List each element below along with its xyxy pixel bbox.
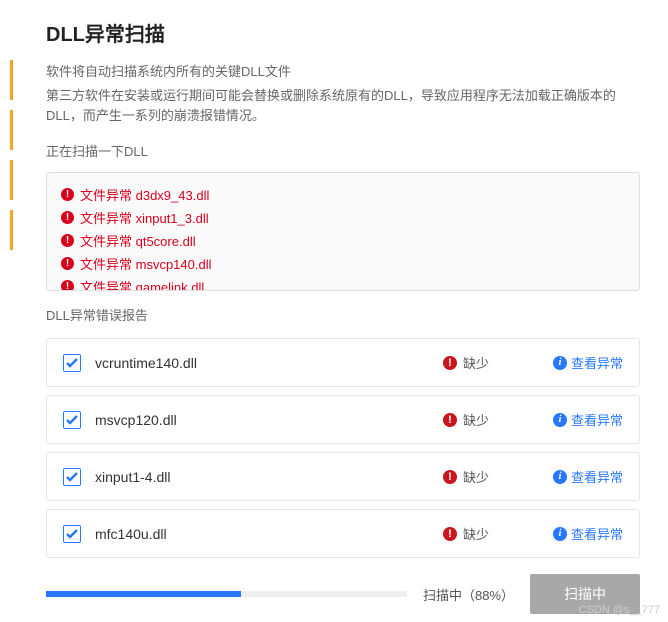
left-sidebar-strip: [0, 0, 18, 622]
checkbox[interactable]: [63, 468, 81, 486]
dll-name: xinput1-4.dll: [95, 469, 443, 485]
info-icon: i: [553, 470, 567, 484]
dll-name: msvcp120.dll: [95, 412, 443, 428]
dll-name: vcruntime140.dll: [95, 355, 443, 371]
scan-item-label: 文件异常 d3dx9_43.dll: [80, 185, 209, 204]
warning-icon: !: [443, 470, 457, 484]
report-rows: vcruntime140.dll! 缺少 i 查看异常 msvcp120.dll! 缺少 i…: [46, 338, 640, 558]
view-exception-link[interactable]: i 查看异常: [543, 524, 623, 543]
action-text: 查看异常: [571, 410, 623, 429]
status-text: 缺少: [463, 410, 489, 429]
error-icon: !: [61, 234, 74, 247]
scan-item-label: 文件异常 gamelink.dll: [80, 277, 204, 291]
view-exception-link[interactable]: i 查看异常: [543, 410, 623, 429]
warning-icon: !: [443, 527, 457, 541]
scan-item: ! 文件异常 gamelink.dll: [61, 275, 625, 291]
view-exception-link[interactable]: i 查看异常: [543, 467, 623, 486]
warning-icon: !: [443, 413, 457, 427]
footer: 扫描中（88%） 扫描中: [46, 574, 640, 614]
scan-item: ! 文件异常 xinput1_3.dll: [61, 206, 625, 229]
description-line-2: 第三方软件在安装或运行期间可能会替换或删除系统原有的DLL，导致应用程序无法加载…: [46, 86, 640, 125]
error-icon: !: [61, 280, 74, 291]
status-text: 缺少: [463, 353, 489, 372]
scan-item: ! 文件异常 d3dx9_43.dll: [61, 183, 625, 206]
status-text: 缺少: [463, 524, 489, 543]
status-group: ! 缺少: [443, 524, 543, 543]
warning-icon: !: [443, 356, 457, 370]
watermark: CSDN @s__777: [579, 604, 660, 616]
action-text: 查看异常: [571, 524, 623, 543]
info-icon: i: [553, 527, 567, 541]
checkbox[interactable]: [63, 354, 81, 372]
progress-bar: [46, 591, 407, 597]
action-text: 查看异常: [571, 353, 623, 372]
report-row: mfc140u.dll! 缺少 i 查看异常: [46, 509, 640, 558]
scan-item: ! 文件异常 msvcp140.dll: [61, 252, 625, 275]
description-line-1: 软件将自动扫描系统内所有的关键DLL文件: [46, 61, 640, 80]
status-group: ! 缺少: [443, 353, 543, 372]
progress-fill: [46, 591, 241, 597]
scanning-label: 正在扫描一下DLL: [46, 141, 640, 160]
report-label: DLL异常错误报告: [46, 305, 640, 324]
info-icon: i: [553, 413, 567, 427]
dll-name: mfc140u.dll: [95, 526, 443, 542]
status-text: 缺少: [463, 467, 489, 486]
report-row: xinput1-4.dll! 缺少 i 查看异常: [46, 452, 640, 501]
scan-item-label: 文件异常 qt5core.dll: [80, 231, 196, 250]
page-title: DLL异常扫描: [46, 18, 640, 47]
progress-text: 扫描中（88%）: [423, 585, 514, 604]
report-row: msvcp120.dll! 缺少 i 查看异常: [46, 395, 640, 444]
scan-item: ! 文件异常 qt5core.dll: [61, 229, 625, 252]
info-icon: i: [553, 356, 567, 370]
action-text: 查看异常: [571, 467, 623, 486]
error-icon: !: [61, 257, 74, 270]
view-exception-link[interactable]: i 查看异常: [543, 353, 623, 372]
scan-list: ! 文件异常 d3dx9_43.dll! 文件异常 xinput1_3.dll! 文件…: [46, 172, 640, 291]
error-icon: !: [61, 188, 74, 201]
scan-item-label: 文件异常 xinput1_3.dll: [80, 208, 209, 227]
status-group: ! 缺少: [443, 410, 543, 429]
checkbox[interactable]: [63, 525, 81, 543]
scan-item-label: 文件异常 msvcp140.dll: [80, 254, 211, 273]
report-row: vcruntime140.dll! 缺少 i 查看异常: [46, 338, 640, 387]
status-group: ! 缺少: [443, 467, 543, 486]
error-icon: !: [61, 211, 74, 224]
checkbox[interactable]: [63, 411, 81, 429]
